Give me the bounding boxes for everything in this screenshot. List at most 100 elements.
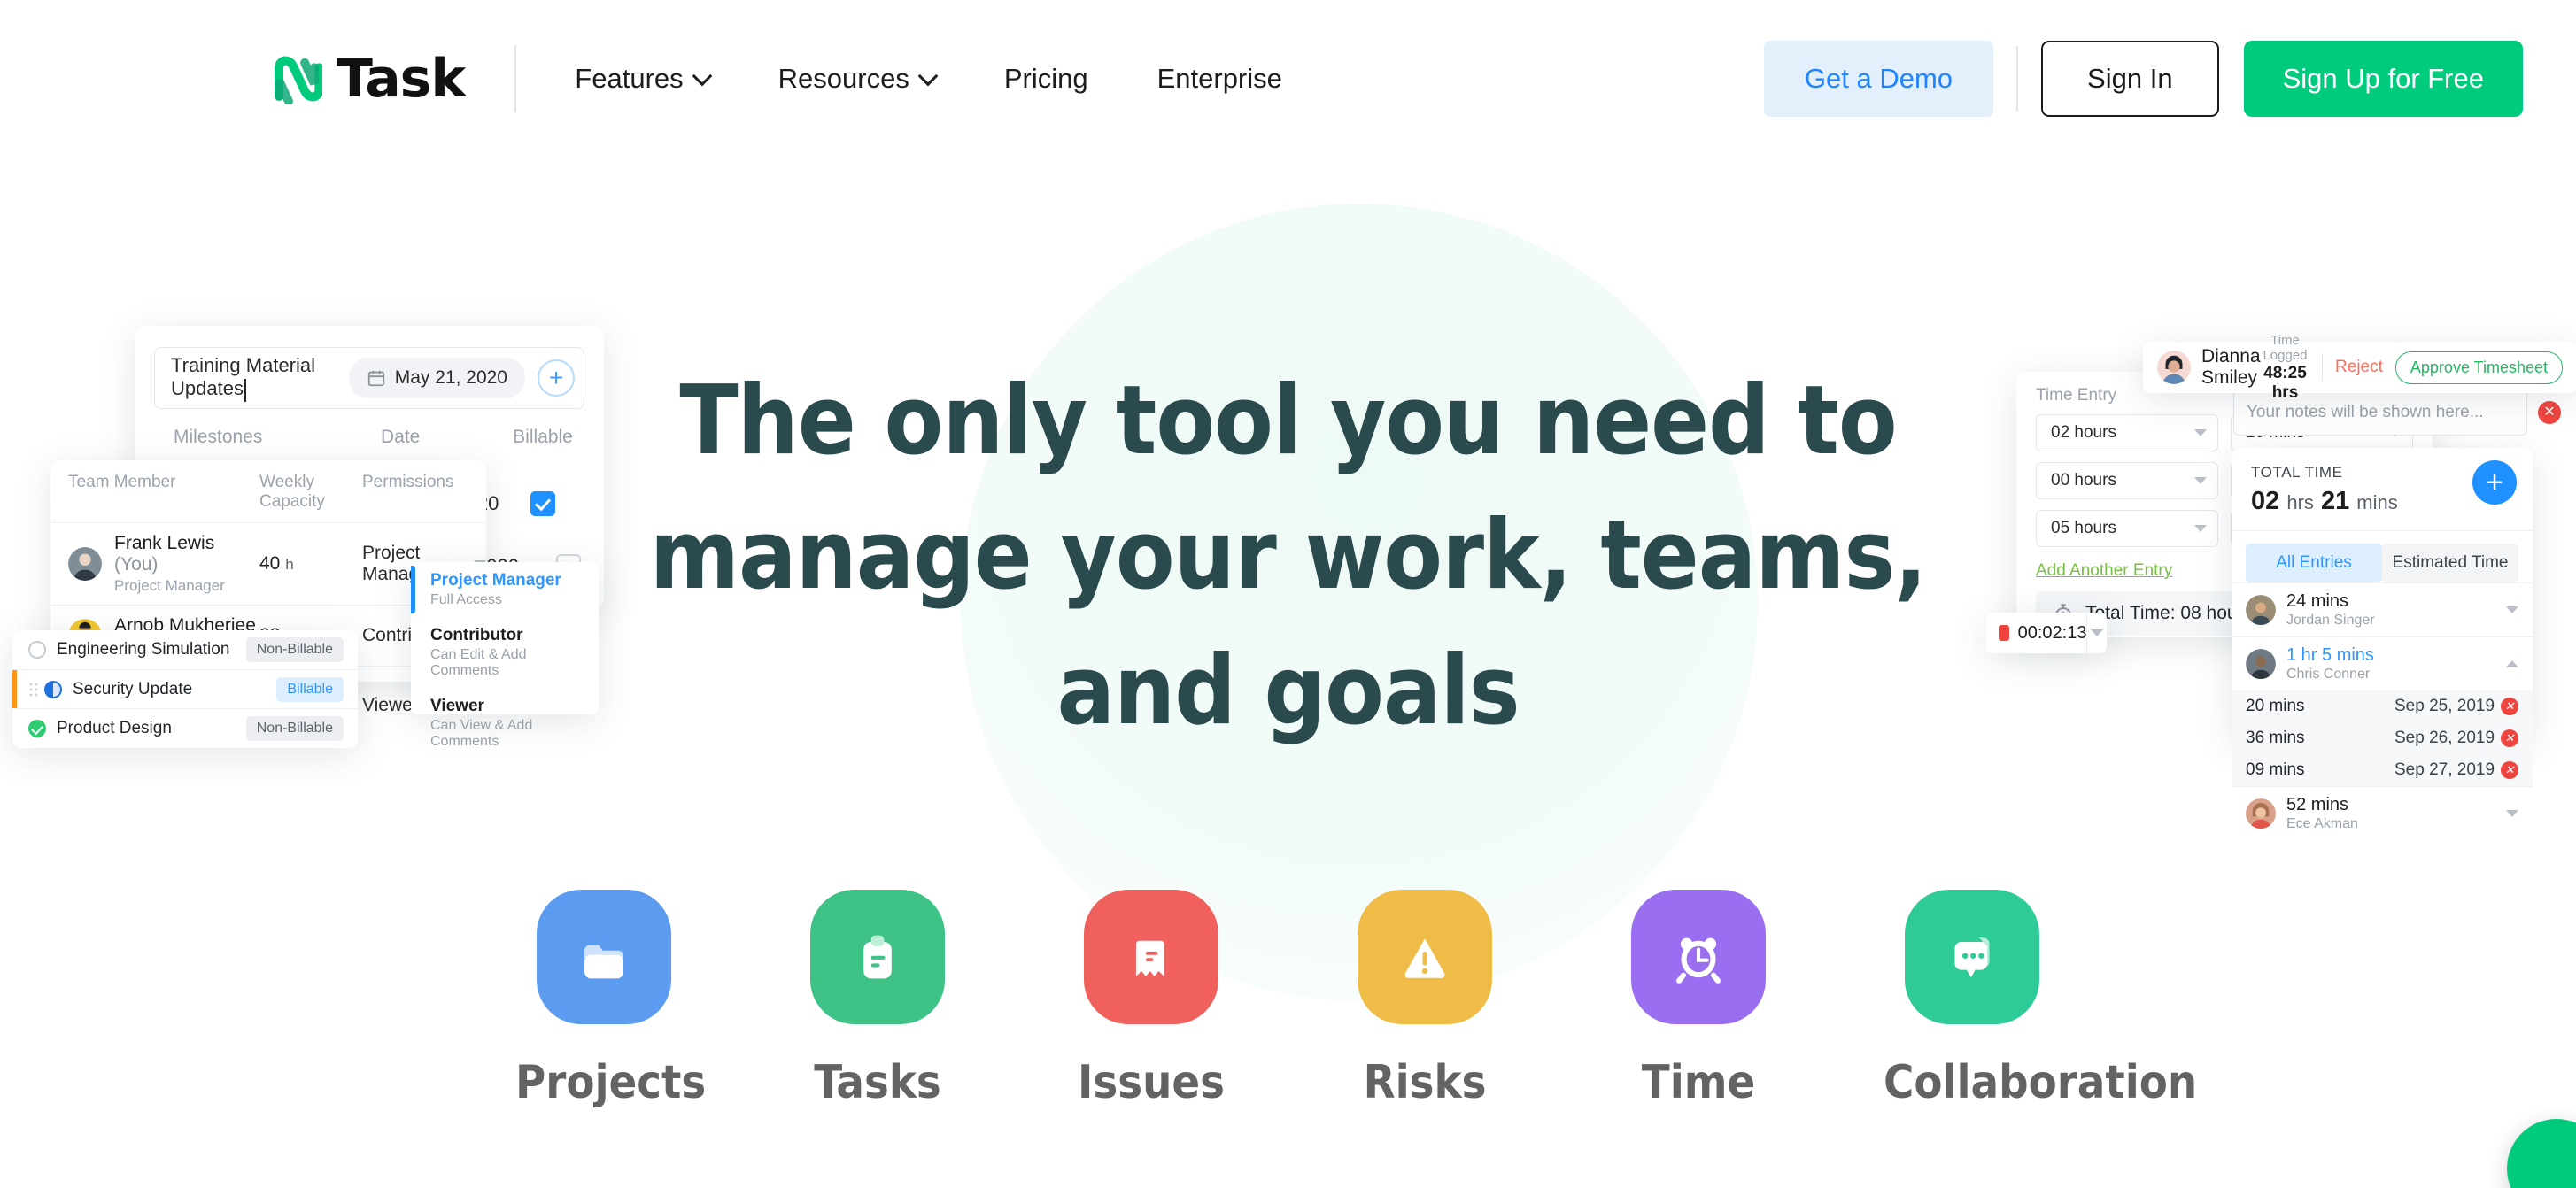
list-item[interactable]: 52 mins Ece Akman [2232,786,2533,840]
list-item[interactable]: 1 hr 5 mins Chris Conner [2232,636,2533,690]
avatar [2157,351,2191,384]
item-name: Product Design [57,718,172,737]
nav-item-pricing[interactable]: Pricing [981,50,1111,107]
total-time-panel: TOTAL TIME 02 hrs 21 mins + All Entries … [2232,448,2533,831]
entry-date: Sep 27, 2019 [2394,760,2495,779]
chevron-down-icon[interactable] [2506,810,2518,817]
alarm-icon [1631,890,1766,1024]
circle-empty-icon [28,641,46,659]
feature-time[interactable]: Time [1610,890,1787,1109]
entry-duration: 52 mins [2286,795,2349,814]
running-timer-widget[interactable]: 00:02:13 [1986,613,2107,653]
permissions-dropdown-menu: Project Manager Full Access Contributor … [411,562,599,749]
chevron-down-icon [2194,477,2207,484]
sign-in-button[interactable]: Sign In [2041,41,2219,117]
landing-page: Task Features Resources Pricing Enterpri… [0,0,2576,1188]
entry-duration: 09 mins [2246,760,2305,779]
total-hours: 02 [2251,487,2280,515]
list-item[interactable]: Engineering Simulation Non-Billable [12,630,358,669]
menu-item-viewer[interactable]: Viewer Can View & Add Comments [411,688,599,759]
entry-date: Sep 26, 2019 [2394,729,2495,747]
entry-duration: 24 mins [2286,591,2349,611]
entry-person: Jordan Singer [2286,613,2375,628]
feature-label: Time [1641,1056,1756,1109]
notes-placeholder: Your notes will be shown here... [2247,403,2484,421]
folder-icon [537,890,671,1024]
feature-collaboration[interactable]: Collaboration [1884,890,2198,1109]
hours-select[interactable]: 05 hours [2036,510,2218,547]
feature-projects[interactable]: Projects [515,890,707,1109]
project-name-input[interactable]: Training Material Updates May 21, 2020 + [154,347,584,409]
col-permissions: Permissions [362,473,454,491]
col-team-member: Team Member [68,473,176,491]
feature-tasks[interactable]: Tasks [789,890,966,1109]
hours-select[interactable]: 00 hours [2036,462,2218,499]
entry-duration: 1 hr 5 mins [2286,645,2374,665]
timesheet-approval-bar: Dianna Smiley Time Logged 48:25 hrs Reje… [2143,333,2576,402]
feature-issues[interactable]: Issues [1063,890,1240,1109]
brand-name: Task [337,48,466,110]
entry-duration: 36 mins [2246,729,2305,747]
list-item[interactable]: 24 mins Jordan Singer [2232,582,2533,636]
approve-timesheet-button[interactable]: Approve Timesheet [2394,351,2563,384]
chevron-down-icon[interactable] [2087,629,2107,636]
sign-up-button[interactable]: Sign Up for Free [2243,41,2523,117]
tab-all-entries[interactable]: All Entries [2246,544,2382,582]
col-milestones: Milestones [174,427,263,447]
team-table-header: Team Member Weekly Capacity Permissions [50,460,486,522]
entry-duration: 20 mins [2246,697,2305,715]
status-badge: Non-Billable [245,715,344,741]
chevron-up-icon[interactable] [2506,660,2518,667]
brand-logo[interactable]: Task [271,48,466,110]
billable-checkbox-on[interactable] [505,490,581,516]
date-picker-pill[interactable]: May 21, 2020 [348,358,525,398]
menu-item-project-manager[interactable]: Project Manager Full Access [411,562,599,617]
nav-item-features[interactable]: Features [552,50,731,107]
menu-item-desc: Can View & Add Comments [430,718,533,749]
menu-item-title: Project Manager [430,571,561,590]
col-weekly-capacity: Weekly Capacity [259,473,325,511]
reject-button[interactable]: Reject [2335,358,2383,377]
chevron-down-icon[interactable] [2506,606,2518,613]
plus-circle-icon[interactable]: + [538,359,575,397]
item-name: Security Update [73,679,193,698]
nav-label: Resources [777,63,909,94]
hours-select[interactable]: 02 hours [2036,414,2218,451]
nav-item-enterprise[interactable]: Enterprise [1134,50,1305,107]
feature-risks[interactable]: Risks [1336,890,1513,1109]
plus-icon[interactable]: + [2472,460,2517,505]
close-circle-icon[interactable]: ✕ [2538,401,2561,424]
delete-entry-icon[interactable]: ✕ [2501,729,2518,747]
get-a-demo-button[interactable]: Get a Demo [1763,41,1994,117]
avatar [2246,649,2276,679]
chat-bubble-icon[interactable] [2507,1119,2576,1188]
member-capacity: 40 [259,553,281,574]
list-item[interactable]: Security Update Billable [12,669,358,708]
member-you-tag: (You) [114,554,159,575]
hours-unit: hrs [2286,491,2314,513]
hours-value: 05 hours [2051,519,2116,537]
feature-label: Projects [515,1056,707,1109]
hours-value: 00 hours [2051,471,2116,490]
clipboard-icon [810,890,945,1024]
stop-square-icon[interactable] [1999,625,2009,641]
divider [2322,353,2324,382]
menu-item-contributor[interactable]: Contributor Can Edit & Add Comments [411,617,599,688]
tab-estimated-time[interactable]: Estimated Time [2382,544,2518,582]
chevron-down-icon [695,69,709,83]
drag-handle-icon[interactable] [28,682,39,698]
nav-item-resources[interactable]: Resources [755,50,958,107]
date-value: May 21, 2020 [394,367,507,388]
timesheet-user-name: Dianna Smiley [2201,346,2261,388]
col-billable: Billable [513,427,573,447]
delete-entry-icon[interactable]: ✕ [2501,761,2518,779]
delete-entry-icon[interactable]: ✕ [2501,698,2518,715]
feature-label: Collaboration [1884,1056,2198,1109]
total-mins: 21 [2320,487,2350,515]
list-item[interactable]: Product Design Non-Billable [12,708,358,747]
time-logged-value: 48:25 hrs [2263,363,2307,402]
chat-icon [1905,890,2039,1024]
feature-label: Issues [1077,1056,1225,1109]
billable-list-card: Engineering Simulation Non-Billable Secu… [12,630,358,748]
status-badge: Non-Billable [245,637,344,662]
